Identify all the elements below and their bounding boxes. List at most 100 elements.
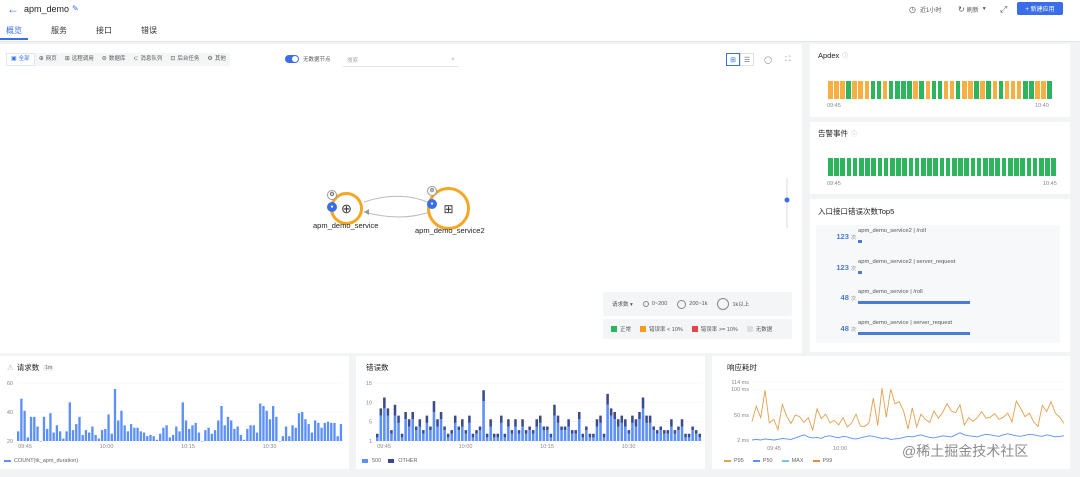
status-bar[interactable]	[952, 158, 957, 176]
bar[interactable]	[684, 437, 687, 441]
status-bar[interactable]	[1047, 81, 1052, 99]
bar[interactable]	[197, 432, 201, 441]
bar[interactable]	[517, 430, 521, 434]
bar[interactable]	[400, 433, 404, 438]
status-bar[interactable]	[937, 81, 943, 99]
bar[interactable]	[478, 430, 482, 441]
bar[interactable]	[645, 415, 648, 423]
bar[interactable]	[97, 438, 101, 441]
status-bar[interactable]	[870, 81, 876, 99]
status-bar[interactable]	[919, 81, 924, 99]
bar[interactable]	[142, 432, 146, 441]
bar[interactable]	[446, 433, 450, 438]
bar[interactable]	[475, 433, 478, 441]
status-bar[interactable]	[834, 158, 839, 176]
bar[interactable]	[42, 416, 46, 441]
bar[interactable]	[414, 430, 418, 441]
bar[interactable]	[113, 389, 117, 441]
bar[interactable]	[418, 426, 422, 442]
bar[interactable]	[655, 433, 659, 441]
status-bar[interactable]	[1023, 81, 1028, 99]
bar[interactable]	[436, 426, 439, 442]
bar[interactable]	[323, 422, 326, 441]
bar[interactable]	[602, 433, 606, 438]
bar[interactable]	[136, 427, 139, 441]
bar[interactable]	[687, 437, 691, 441]
status-bar[interactable]	[974, 81, 979, 99]
bar[interactable]	[411, 412, 414, 420]
bar[interactable]	[648, 415, 652, 423]
bar[interactable]	[239, 434, 243, 441]
bar[interactable]	[609, 408, 613, 416]
status-bar[interactable]	[1014, 158, 1019, 176]
bar[interactable]	[49, 413, 52, 441]
status-bar[interactable]	[955, 81, 961, 99]
bar[interactable]	[659, 430, 663, 441]
bar[interactable]	[631, 422, 634, 441]
bar[interactable]	[207, 427, 210, 441]
bar[interactable]	[200, 441, 204, 442]
bar[interactable]	[528, 430, 531, 441]
bar[interactable]	[507, 426, 510, 442]
bar[interactable]	[588, 433, 592, 438]
bar[interactable]	[233, 428, 236, 441]
bar[interactable]	[461, 419, 464, 427]
bar[interactable]	[23, 410, 26, 441]
bar[interactable]	[613, 419, 616, 441]
status-bar[interactable]	[931, 81, 937, 99]
bar[interactable]	[563, 426, 567, 431]
bar[interactable]	[574, 433, 577, 441]
bar[interactable]	[514, 426, 517, 442]
bar[interactable]	[313, 420, 317, 441]
series-line[interactable]	[751, 432, 1065, 441]
bar[interactable]	[521, 419, 524, 427]
bar[interactable]	[333, 422, 336, 441]
status-bar[interactable]	[895, 81, 900, 99]
status-bar[interactable]	[1038, 158, 1044, 176]
status-bar[interactable]	[828, 158, 833, 176]
bar[interactable]	[507, 419, 510, 427]
bar[interactable]	[383, 397, 386, 409]
bar[interactable]	[698, 433, 702, 438]
bar[interactable]	[496, 437, 500, 441]
bar[interactable]	[539, 415, 542, 423]
bar[interactable]	[220, 405, 223, 441]
bar[interactable]	[620, 422, 624, 441]
status-bar[interactable]	[921, 158, 926, 176]
bar[interactable]	[602, 437, 606, 441]
bar[interactable]	[553, 404, 556, 416]
bar[interactable]	[310, 432, 314, 441]
top5-row[interactable]: 123 次 apm_demo_service2 | server_request	[816, 259, 1060, 285]
bar[interactable]	[255, 432, 259, 441]
bar[interactable]	[599, 422, 602, 441]
bar[interactable]	[155, 439, 159, 441]
bar[interactable]	[585, 426, 588, 431]
status-bar[interactable]	[1032, 158, 1038, 176]
bar[interactable]	[524, 433, 528, 441]
bar[interactable]	[482, 401, 485, 441]
bar[interactable]	[659, 426, 663, 431]
bar[interactable]	[320, 427, 323, 441]
status-bar[interactable]	[1016, 81, 1022, 99]
status-bar[interactable]	[1029, 81, 1034, 99]
bar[interactable]	[294, 427, 297, 441]
status-bar[interactable]	[939, 158, 945, 176]
bar[interactable]	[485, 433, 489, 438]
bar[interactable]	[226, 416, 230, 441]
status-bar[interactable]	[908, 158, 914, 176]
bar[interactable]	[464, 433, 468, 441]
status-bar[interactable]	[1004, 81, 1010, 99]
bar[interactable]	[468, 415, 471, 423]
top5-row[interactable]: 48 次 apm_demo_service | server_request	[816, 320, 1060, 346]
bar[interactable]	[139, 431, 142, 441]
bar[interactable]	[666, 430, 670, 434]
bar[interactable]	[641, 397, 645, 409]
bar[interactable]	[641, 408, 645, 441]
status-bar[interactable]	[970, 158, 976, 176]
bar[interactable]	[326, 421, 330, 441]
bar[interactable]	[94, 434, 97, 441]
bar[interactable]	[393, 415, 397, 441]
bar[interactable]	[478, 426, 482, 431]
bar[interactable]	[393, 404, 397, 416]
bar[interactable]	[39, 441, 42, 442]
